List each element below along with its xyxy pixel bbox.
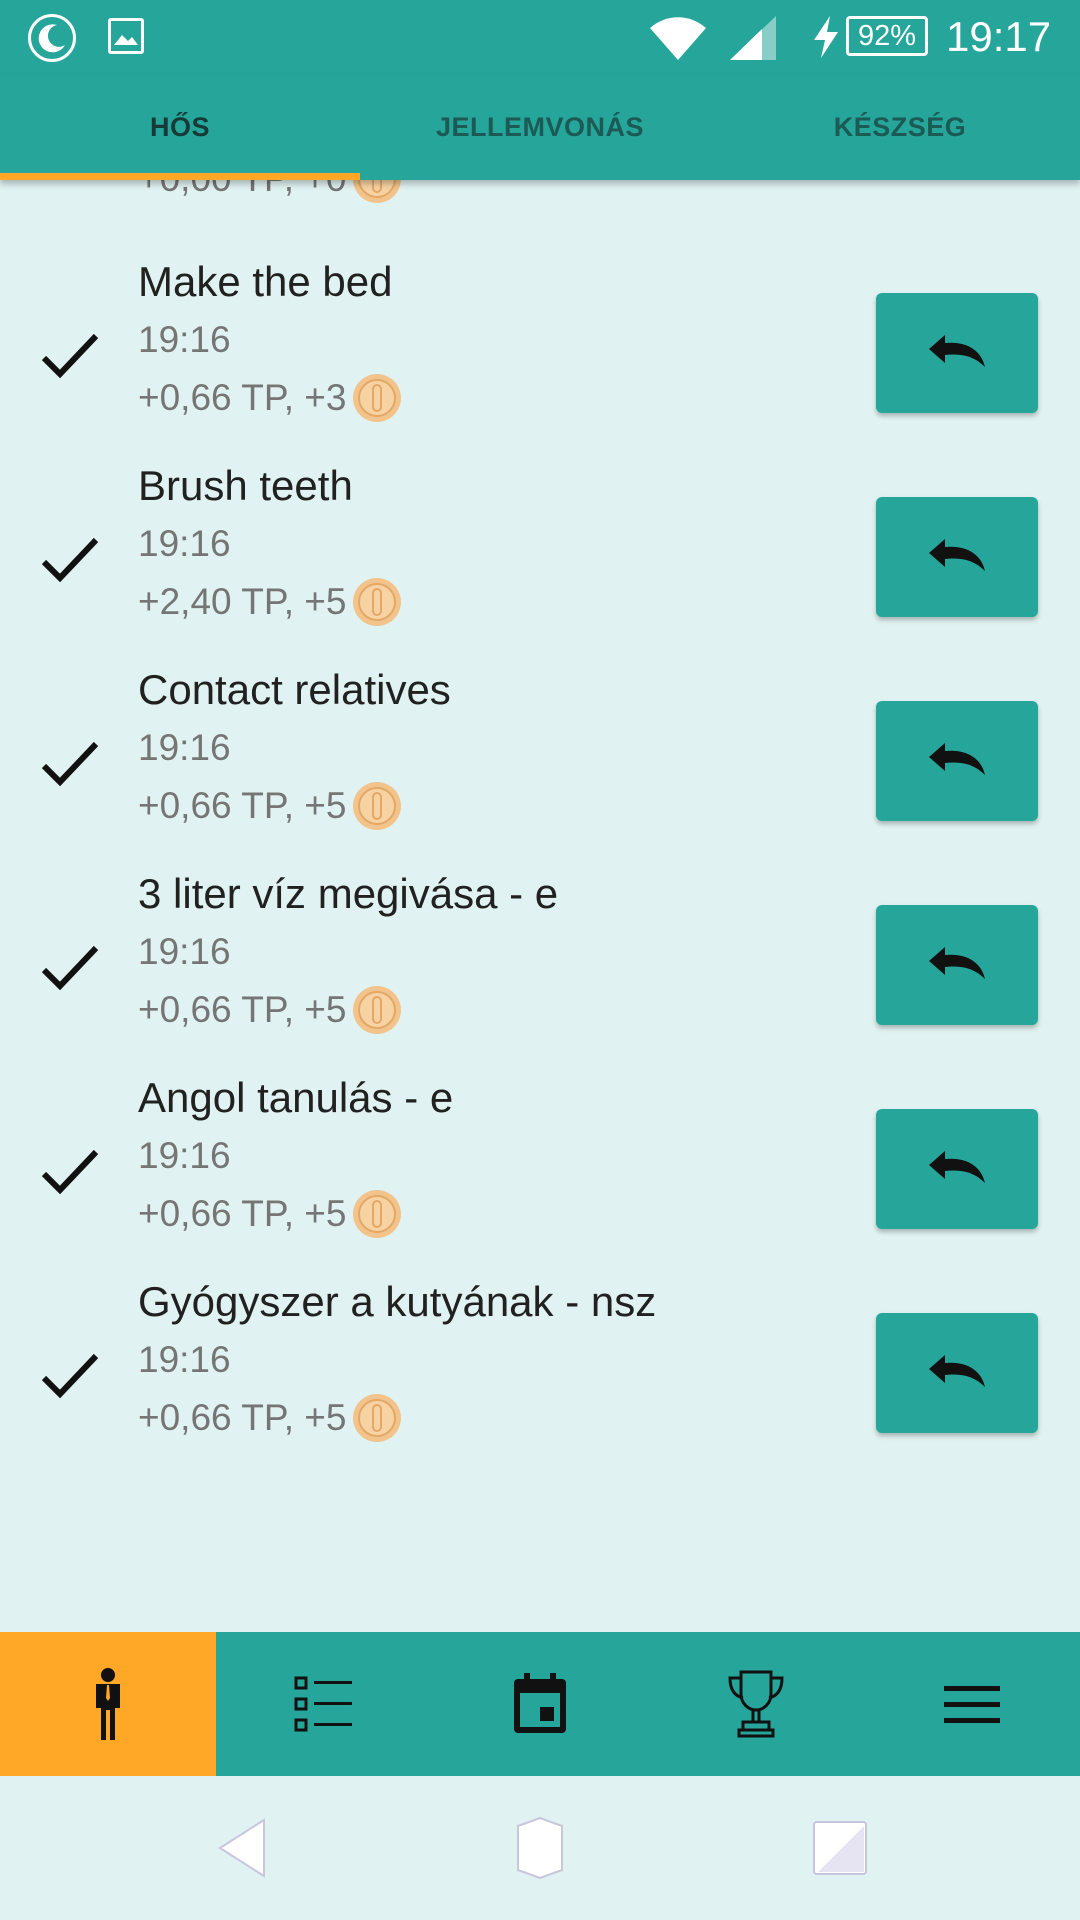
check-icon — [41, 945, 99, 991]
reward-text: +0,00 TP, +0 — [138, 180, 403, 205]
recents-icon[interactable] — [808, 1816, 872, 1880]
hero-icon — [96, 1668, 120, 1740]
tab-trait[interactable]: JELLEMVONÁS — [360, 74, 720, 180]
undo-icon — [929, 947, 985, 979]
reward-text: +0,66 TP, +3 — [138, 372, 403, 424]
undo-button[interactable] — [876, 1109, 1038, 1229]
list-item: 3 liter víz megivása - e 19:16 +0,66 TP,… — [0, 866, 1080, 1070]
item-time: 19:16 — [138, 523, 231, 564]
item-title: Gyógyszer a kutyának - nsz — [138, 1278, 657, 1325]
undo-button[interactable] — [876, 293, 1038, 413]
reward-text: +2,40 TP, +5 — [138, 576, 403, 628]
nav-tasks[interactable] — [216, 1632, 432, 1776]
item-time: 19:16 — [138, 931, 231, 972]
coin-icon — [352, 782, 401, 830]
reward-text: +0,66 TP, +5 — [138, 780, 403, 832]
bottom-navigation — [0, 1632, 1080, 1776]
list-item: Gyógyszer a kutyának - nsz 19:16 +0,66 T… — [0, 1274, 1080, 1478]
nav-calendar[interactable] — [432, 1632, 648, 1776]
calendar-icon — [514, 1673, 566, 1733]
item-time: 19:16 — [138, 1339, 231, 1380]
menu-icon — [944, 1686, 1000, 1723]
moon-icon — [28, 14, 76, 62]
undo-icon — [929, 1355, 985, 1387]
item-time: 19:16 — [138, 319, 231, 360]
coin-icon — [352, 986, 401, 1034]
wifi-icon — [650, 17, 706, 60]
coin-icon — [352, 374, 401, 422]
coin-icon — [352, 1394, 401, 1442]
undo-button[interactable] — [876, 1313, 1038, 1433]
undo-button[interactable] — [876, 701, 1038, 821]
list-item: Contact relatives 19:16 +0,66 TP, +5 — [0, 662, 1080, 866]
home-icon[interactable] — [508, 1816, 572, 1880]
nav-menu[interactable] — [864, 1632, 1080, 1776]
nav-hero[interactable] — [0, 1632, 216, 1776]
completed-list: +0,00 TP, +0 Make the bed 19:16 +0,66 TP… — [0, 180, 1080, 1632]
signal-icon — [730, 16, 776, 60]
tab-hero[interactable]: HŐS — [0, 74, 360, 180]
reward-text: +0,66 TP, +5 — [138, 1392, 403, 1444]
check-icon — [41, 333, 99, 379]
undo-icon — [929, 743, 985, 775]
item-title: Contact relatives — [138, 666, 451, 713]
item-title: Brush teeth — [138, 462, 353, 509]
item-time: 19:16 — [138, 1135, 231, 1176]
coin-icon — [352, 578, 401, 626]
reward-text: +0,66 TP, +5 — [138, 984, 403, 1036]
charging-icon — [814, 16, 838, 58]
undo-button[interactable] — [876, 905, 1038, 1025]
item-title: 3 liter víz megivása - e — [138, 870, 559, 917]
tab-skill[interactable]: KÉSZSÉG — [720, 74, 1080, 180]
undo-icon — [929, 1151, 985, 1183]
list-item: +0,00 TP, +0 — [0, 180, 1080, 254]
item-title: Angol tanulás - e — [138, 1074, 454, 1121]
reward-text: +0,66 TP, +5 — [138, 1188, 403, 1240]
image-icon — [108, 18, 144, 54]
check-icon — [41, 1149, 99, 1195]
check-icon — [41, 537, 99, 583]
item-time: 19:16 — [138, 727, 231, 768]
check-icon — [41, 1353, 99, 1399]
check-icon — [41, 741, 99, 787]
status-bar: 92% 19:17 — [0, 0, 1080, 74]
list-item: Make the bed 19:16 +0,66 TP, +3 — [0, 254, 1080, 458]
system-navigation — [0, 1776, 1080, 1920]
coin-icon — [352, 180, 401, 203]
tab-bar: HŐS JELLEMVONÁS KÉSZSÉG — [0, 74, 1080, 180]
list-item: Angol tanulás - e 19:16 +0,66 TP, +5 — [0, 1070, 1080, 1274]
checklist-icon — [294, 1676, 352, 1732]
undo-icon — [929, 539, 985, 571]
undo-button[interactable] — [876, 497, 1038, 617]
back-icon[interactable] — [212, 1816, 276, 1880]
clock: 19:17 — [946, 13, 1052, 60]
nav-achievements[interactable] — [648, 1632, 864, 1776]
coin-icon — [352, 1190, 401, 1238]
item-title: Make the bed — [138, 258, 393, 305]
battery-icon: 92% — [846, 16, 928, 56]
trophy-icon — [728, 1670, 784, 1738]
undo-icon — [929, 335, 985, 367]
list-item: Brush teeth 19:16 +2,40 TP, +5 — [0, 458, 1080, 662]
